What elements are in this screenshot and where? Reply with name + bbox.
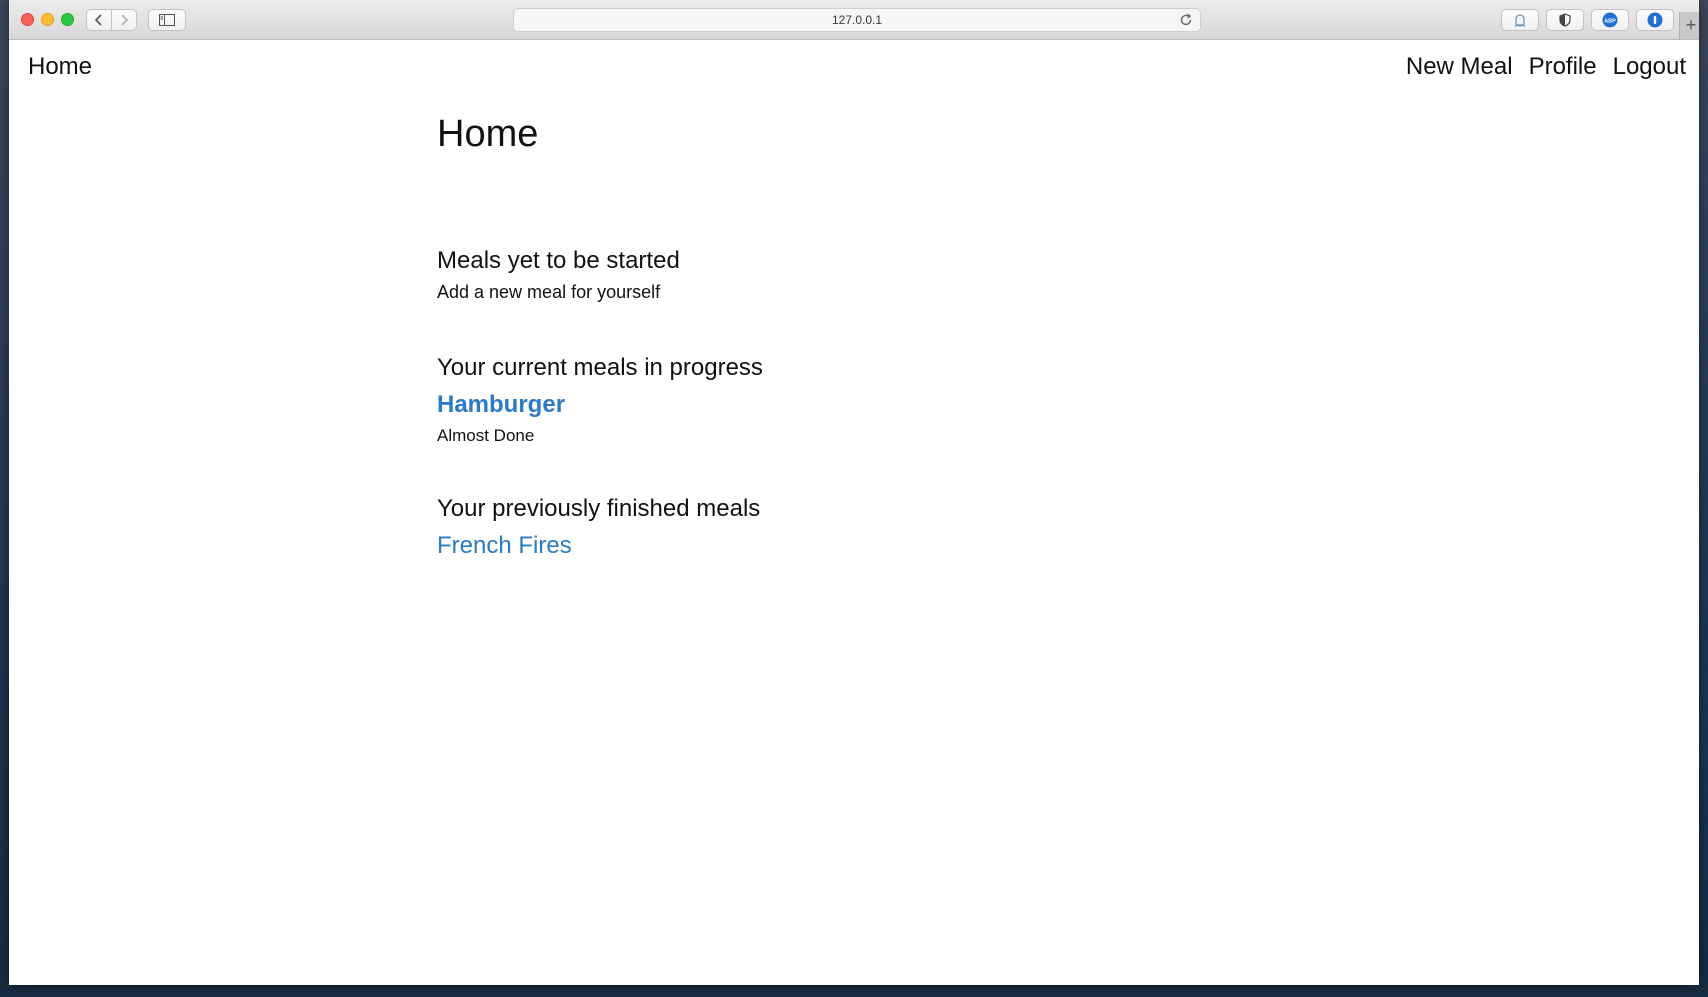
svg-text:ABP: ABP <box>1604 19 1616 25</box>
close-window-button[interactable] <box>21 13 34 26</box>
chevron-right-icon <box>121 14 129 26</box>
page-content: Home New Meal Profile Logout Home Meals … <box>9 40 1699 985</box>
shield-icon <box>1559 13 1571 27</box>
nav-home-link[interactable]: Home <box>28 53 92 81</box>
ghostery-extension-button[interactable] <box>1501 9 1539 31</box>
section-heading: Meals yet to be started <box>437 247 680 274</box>
password-manager-extension-button[interactable] <box>1636 9 1674 31</box>
sidebar-toggle-button[interactable] <box>148 9 186 31</box>
section-not-started: Meals yet to be started Add a new meal f… <box>437 247 680 303</box>
adblock-extension-button[interactable]: ABP <box>1591 9 1629 31</box>
sidebar-icon <box>159 14 175 26</box>
main-content: Home Meals yet to be started Add a new m… <box>437 112 1337 559</box>
nav-links: New Meal Profile Logout <box>1406 53 1686 81</box>
nav-profile-link[interactable]: Profile <box>1529 53 1597 81</box>
chevron-left-icon <box>94 14 102 26</box>
privacy-extension-button[interactable] <box>1546 9 1584 31</box>
nav-new-meal-link[interactable]: New Meal <box>1406 53 1513 81</box>
section-finished: Your previously finished meals French Fi… <box>437 495 760 560</box>
forward-button[interactable] <box>111 9 137 31</box>
browser-window: 127.0.0.1 ABP + Home New Meal Profile Lo… <box>9 0 1699 985</box>
back-button[interactable] <box>86 9 112 31</box>
meal-status: Almost Done <box>437 425 535 445</box>
section-in-progress: Your current meals in progress Hamburger… <box>437 354 763 446</box>
key-icon <box>1647 12 1663 28</box>
minimize-window-button[interactable] <box>41 13 54 26</box>
url-text: 127.0.0.1 <box>831 13 883 27</box>
ghost-icon <box>1515 14 1525 27</box>
page-title: Home <box>437 113 539 155</box>
adblock-icon: ABP <box>1602 12 1618 28</box>
section-text: Add a new meal for yourself <box>437 281 661 302</box>
meal-link-french-fires[interactable]: French Fires <box>437 532 760 560</box>
browser-toolbar: 127.0.0.1 ABP + <box>9 0 1699 40</box>
reload-icon[interactable] <box>1178 12 1194 28</box>
meal-link-hamburger[interactable]: Hamburger <box>437 391 763 419</box>
plus-icon: + <box>1685 15 1697 35</box>
section-heading: Your previously finished meals <box>437 495 761 522</box>
section-heading: Your current meals in progress <box>437 354 763 381</box>
new-tab-button[interactable]: + <box>1679 12 1699 39</box>
maximize-window-button[interactable] <box>61 13 74 26</box>
nav-logout-link[interactable]: Logout <box>1613 53 1686 81</box>
address-bar[interactable]: 127.0.0.1 <box>513 8 1201 32</box>
